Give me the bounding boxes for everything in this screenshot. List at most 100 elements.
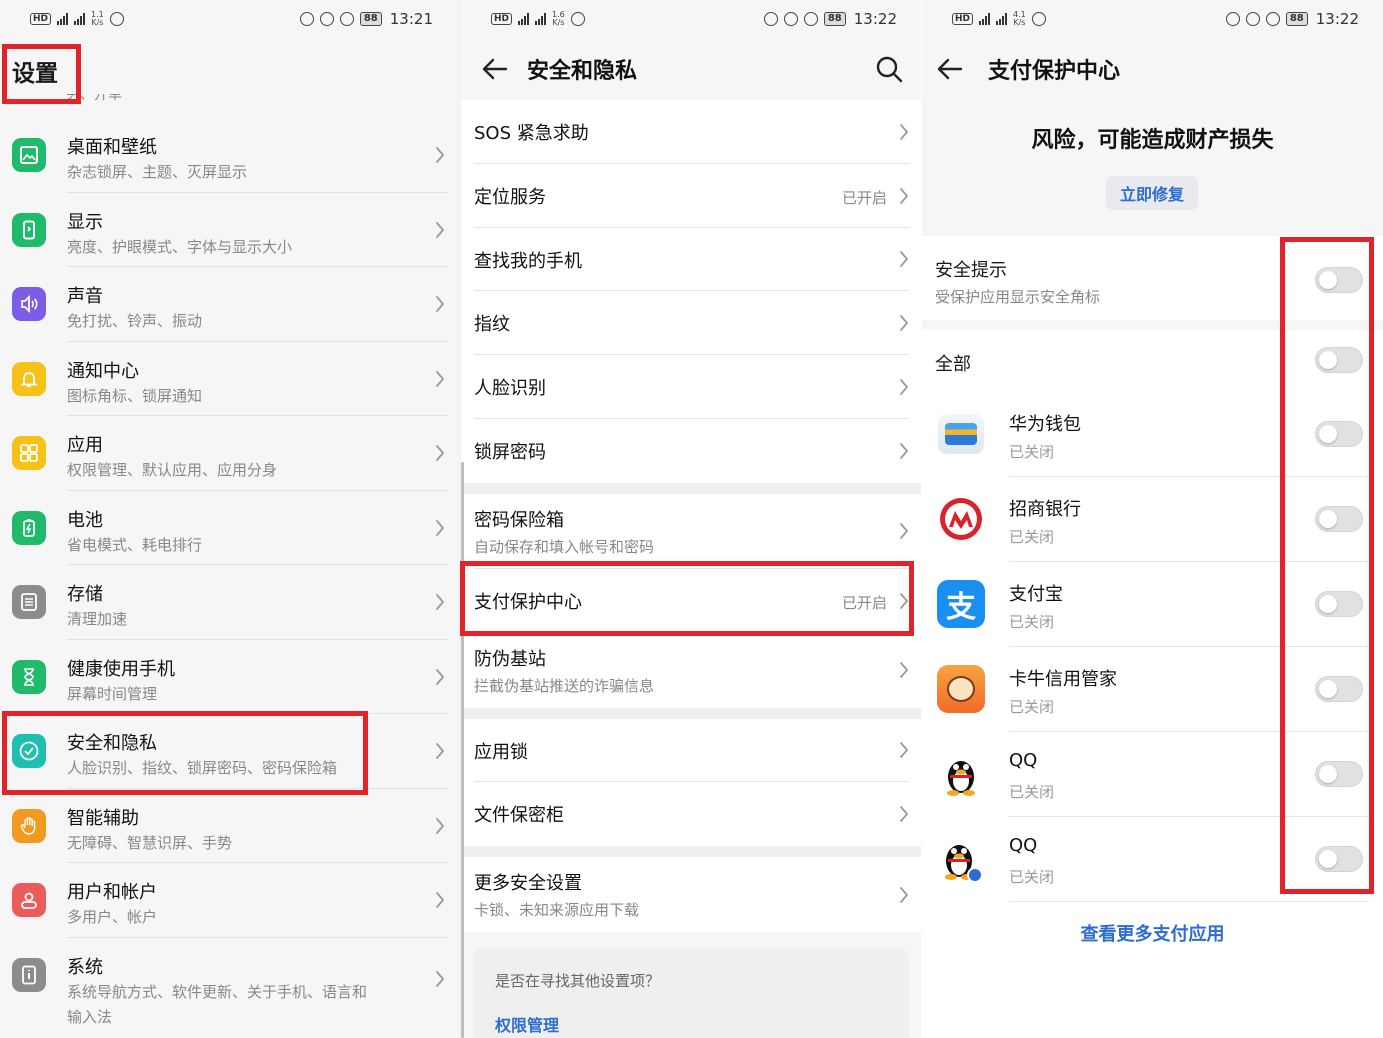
- security-item[interactable]: 防伪基站 拦截伪基站推送的诈骗信息: [461, 632, 921, 708]
- eye-icon: [763, 12, 778, 26]
- app-name: 支付宝: [1009, 584, 1063, 605]
- app-protection-toggle[interactable]: [1315, 761, 1363, 787]
- payment-app-row[interactable]: 招商银行 已关闭: [922, 477, 1383, 562]
- settings-item[interactable]: 通知中心 图标角标、锁屏通知: [0, 342, 457, 416]
- all-toggle[interactable]: [1315, 347, 1363, 373]
- security-item[interactable]: 密码保险箱 自动保存和填入帐号和密码: [461, 493, 921, 569]
- chevron-right-icon: [900, 806, 908, 823]
- app-protection-state: 已关闭: [1009, 868, 1055, 886]
- settings-item[interactable]: 应用 权限管理、默认应用、应用分身: [0, 416, 457, 491]
- chevron-right-icon: [436, 296, 444, 312]
- security-item[interactable]: 支付保护中心 已开启: [461, 568, 921, 633]
- eye-comfort-icon: [1031, 12, 1046, 26]
- chevron-right-icon: [900, 379, 908, 395]
- settings-item-subtitle: 人脸识别、指纹、锁屏密码、密码保险箱: [67, 759, 338, 777]
- security-item[interactable]: 锁屏密码: [461, 418, 921, 483]
- settings-item-subtitle: 多用户、帐户: [67, 908, 158, 926]
- settings-item[interactable]: 存储 清理加速: [0, 565, 457, 640]
- chevron-right-icon: [900, 442, 908, 459]
- settings-item[interactable]: 声音 免打扰、铃声、振动: [0, 267, 457, 342]
- security-item[interactable]: 定位服务 已开启: [461, 163, 921, 228]
- settings-item[interactable]: 智能辅助 无障碍、智慧识屏、手势: [0, 789, 457, 863]
- eye-comfort-icon: [570, 12, 585, 26]
- app-protection-toggle[interactable]: [1315, 506, 1363, 532]
- shield-check-icon: [12, 734, 46, 768]
- net-speed: 1.1 K/s: [91, 10, 104, 27]
- fix-now-button[interactable]: 立即修复: [1106, 176, 1198, 210]
- permission-management-link[interactable]: 权限管理: [495, 1012, 559, 1036]
- settings-item[interactable]: 显示 亮度、护眼模式、字体与显示大小: [0, 193, 457, 267]
- payment-app-row[interactable]: 支 支付宝 已关闭: [922, 562, 1383, 647]
- app-bar: 支付保护中心: [922, 38, 1383, 100]
- settings-item-title: 存储: [67, 584, 103, 605]
- security-item-title: 密码保险箱: [474, 509, 564, 531]
- app-protection-toggle[interactable]: [1315, 591, 1363, 617]
- mute-icon: [319, 12, 334, 26]
- section-gap: [461, 482, 921, 494]
- security-item-title: 文件保密柜: [474, 805, 564, 827]
- back-button[interactable]: [930, 49, 970, 89]
- settings-item-title: 通知中心: [67, 360, 139, 382]
- security-item[interactable]: 文件保密柜: [461, 782, 921, 847]
- settings-item-subtitle: 省电模式、耗电排行: [67, 535, 203, 554]
- security-item-title: 防伪基站: [474, 648, 546, 670]
- hd-icon: HD: [952, 13, 974, 25]
- app-protection-state: 已关闭: [1009, 783, 1055, 801]
- settings-item[interactable]: 桌面和壁纸 杂志锁屏、主题、灭屏显示: [0, 118, 457, 193]
- view-more-apps-link[interactable]: 查看更多支付应用: [922, 920, 1383, 946]
- search-button[interactable]: [871, 51, 907, 87]
- chevron-right-icon: [436, 817, 444, 834]
- bell-icon: [12, 361, 46, 396]
- app-name: 卡牛信用管家: [1009, 669, 1117, 690]
- security-item[interactable]: 查找我的手机: [461, 227, 921, 292]
- settings-item-subtitle: 杂志锁屏、主题、灭屏显示: [67, 163, 248, 181]
- security-item[interactable]: 更多安全设置 卡锁、未知来源应用下载: [461, 857, 921, 933]
- net-speed: 1.6 K/s: [552, 10, 565, 27]
- payment-app-row[interactable]: QQ 已关闭: [922, 817, 1383, 902]
- scrollbar[interactable]: [461, 462, 464, 1038]
- signal-icon: [535, 13, 547, 25]
- status-bar: HD 1.6 K/s 88 13:22: [461, 0, 921, 38]
- suggestion-card: 是否在寻找其他设置项？ 权限管理: [473, 948, 909, 1038]
- settings-item[interactable]: 安全和隐私 人脸识别、指纹、锁屏密码、密码保险箱: [0, 714, 457, 789]
- app-protection-toggle[interactable]: [1315, 421, 1363, 447]
- chevron-right-icon: [436, 147, 444, 163]
- security-item[interactable]: 应用锁: [461, 718, 921, 783]
- settings-item[interactable]: 健康使用手机 屏幕时间管理: [0, 640, 457, 714]
- suggestion-question: 是否在寻找其他设置项？: [495, 972, 661, 990]
- chevron-right-icon: [900, 187, 908, 204]
- security-item[interactable]: SOS 紧急求助: [461, 100, 921, 164]
- back-button[interactable]: [475, 49, 515, 89]
- settings-item[interactable]: 用户和帐户 多用户、帐户: [0, 863, 457, 938]
- all-row[interactable]: 全部: [922, 330, 1383, 392]
- security-item[interactable]: 指纹: [461, 291, 921, 356]
- settings-item-title: 应用: [67, 435, 103, 456]
- display-icon: [12, 212, 46, 247]
- safety-tip-toggle[interactable]: [1315, 267, 1363, 293]
- app-name: 招商银行: [1009, 499, 1081, 520]
- payment-app-row[interactable]: QQ 已关闭: [922, 732, 1383, 817]
- page-title: 安全和隐私: [527, 59, 638, 84]
- security-item-title: SOS 紧急求助: [474, 123, 589, 144]
- payment-app-row[interactable]: 华为钱包 已关闭: [922, 392, 1383, 477]
- payment-app-row[interactable]: 卡牛信用管家 已关闭: [922, 647, 1383, 732]
- chevron-right-icon: [436, 221, 444, 238]
- battery-level: 88: [823, 12, 846, 26]
- status-bar: HD 4.1 K/s 88 13:22: [922, 0, 1383, 38]
- search-icon: [876, 56, 903, 83]
- safety-tip-row[interactable]: 安全提示 受保护应用显示安全角标: [922, 236, 1383, 320]
- settings-item-title: 用户和帐户: [67, 882, 157, 903]
- app-protection-toggle[interactable]: [1315, 846, 1363, 872]
- security-item-title: 更多安全设置: [474, 873, 582, 895]
- app-name: 华为钱包: [1009, 414, 1081, 435]
- security-item[interactable]: 人脸识别: [461, 355, 921, 419]
- settings-item-title: 健康使用手机: [67, 658, 175, 680]
- settings-item[interactable]: 系统 系统导航方式、软件更新、关于手机、语言和 输入法: [0, 938, 457, 1026]
- clock: 13:21: [389, 10, 433, 28]
- status-value: 已开启: [841, 593, 887, 612]
- security-item-title: 定位服务: [474, 186, 546, 208]
- mute-icon: [1245, 12, 1260, 26]
- settings-item[interactable]: 电池 省电模式、耗电排行: [0, 491, 457, 565]
- cmb-bank-icon: [936, 494, 986, 544]
- app-protection-toggle[interactable]: [1315, 676, 1363, 702]
